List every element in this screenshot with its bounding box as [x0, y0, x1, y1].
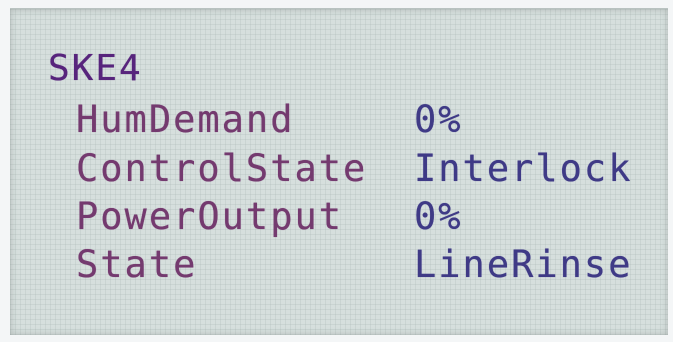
- row-value-state: LineRinse: [414, 243, 633, 286]
- row-value-power-output: 0%: [414, 195, 463, 238]
- lcd-screen: SKE4 HumDemand 0% ControlState Interlock…: [10, 8, 668, 335]
- row-label-power-output: PowerOutput: [76, 195, 344, 238]
- row-value-control-state: Interlock: [414, 147, 633, 190]
- row-label-control-state: ControlState: [76, 147, 368, 190]
- device-bezel: SKE4 HumDemand 0% ControlState Interlock…: [0, 0, 673, 342]
- row-value-hum-demand: 0%: [414, 98, 463, 141]
- row-label-hum-demand: HumDemand: [76, 98, 295, 141]
- row-label-state: State: [76, 243, 198, 286]
- device-title: SKE4: [48, 48, 143, 89]
